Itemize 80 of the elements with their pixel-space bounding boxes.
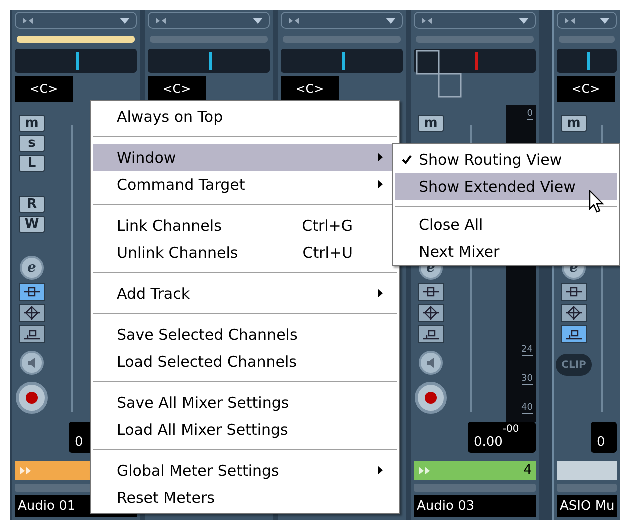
speaker-icon xyxy=(425,357,437,369)
automation-mode-button[interactable] xyxy=(418,325,444,343)
automation-mode-button[interactable] xyxy=(418,283,444,301)
pan-value: <C> xyxy=(557,76,615,102)
mode-icon xyxy=(564,305,584,321)
bowtie-icon xyxy=(155,16,167,24)
mode-icon xyxy=(22,305,42,321)
automation-mode-button[interactable] xyxy=(19,304,45,322)
speaker-icon xyxy=(26,357,38,369)
menu-item[interactable]: Show Extended View xyxy=(395,173,617,200)
channel-button[interactable]: W xyxy=(19,216,45,233)
volume-value: 0.00 xyxy=(474,435,503,450)
pan-indicator xyxy=(209,52,212,70)
bowtie-icon xyxy=(564,16,576,24)
record-dot-icon xyxy=(25,391,39,405)
input-selector[interactable] xyxy=(414,12,536,29)
channel-button[interactable]: m xyxy=(561,115,587,132)
monitor-button[interactable] xyxy=(419,351,443,375)
menu-item[interactable]: Add Track xyxy=(93,280,397,307)
channel-bar xyxy=(557,484,617,492)
volume-value: 0 xyxy=(75,435,84,450)
dropdown-arrow-icon xyxy=(253,18,263,24)
bowtie-icon xyxy=(22,16,34,24)
menu-item[interactable]: Load All Mixer Settings xyxy=(93,416,397,443)
input-selector[interactable] xyxy=(557,12,617,29)
dropdown-arrow-icon xyxy=(600,18,610,24)
record-dot-icon xyxy=(424,391,438,405)
meter-scale-label: 0 xyxy=(527,109,533,120)
record-button[interactable] xyxy=(16,382,48,414)
bowtie-icon xyxy=(288,16,300,24)
track-number: 4 xyxy=(524,463,532,478)
input-selector[interactable] xyxy=(281,12,403,29)
menu-item[interactable]: Always on Top xyxy=(93,103,397,130)
meter-scale-label: 24 xyxy=(522,345,533,356)
pan-indicator xyxy=(342,52,345,70)
dropdown-arrow-icon xyxy=(120,18,130,24)
automation-mode-button[interactable] xyxy=(19,283,45,301)
automation-mode-button[interactable] xyxy=(561,325,587,343)
menu-item[interactable]: Save All Mixer Settings xyxy=(93,389,397,416)
channel-name[interactable]: ASIO Mu xyxy=(557,495,617,517)
meter-scale-label: 40 xyxy=(522,403,533,414)
menu-item[interactable]: Show Routing View xyxy=(395,146,617,173)
input-selector[interactable] xyxy=(148,12,270,29)
channel-name[interactable]: Audio 03 xyxy=(414,495,536,517)
meter-scale-label: 30 xyxy=(522,374,533,385)
clip-indicator[interactable]: CLIP xyxy=(556,354,592,376)
channel-button[interactable]: m xyxy=(19,115,45,132)
pan-display[interactable] xyxy=(557,49,617,73)
channel-button[interactable]: m xyxy=(418,115,444,132)
pan-indicator xyxy=(587,52,590,70)
peak-value: -00 xyxy=(502,424,520,435)
dropdown-arrow-icon xyxy=(519,18,529,24)
automation-mode-button[interactable] xyxy=(418,304,444,322)
volume-value: 0 xyxy=(597,435,606,450)
menu-item[interactable]: Close All xyxy=(395,211,617,238)
pan-indicator xyxy=(76,52,79,70)
pan-value: <C> xyxy=(281,76,339,102)
mode-icon xyxy=(421,305,441,321)
pan-value: <C> xyxy=(15,76,73,102)
automation-mode-button[interactable] xyxy=(561,304,587,322)
menu-item[interactable]: Load Selected Channels xyxy=(93,348,397,375)
channel-button[interactable]: s xyxy=(19,135,45,152)
menu-item[interactable]: Save Selected Channels xyxy=(93,321,397,348)
channel-button[interactable]: L xyxy=(19,155,45,172)
channel-button[interactable]: R xyxy=(19,196,45,213)
record-button[interactable] xyxy=(415,382,447,414)
pan-indicator xyxy=(475,52,478,70)
cursor-icon xyxy=(589,190,605,214)
menu-item[interactable]: Global Meter Settings xyxy=(93,457,397,484)
pan-display[interactable] xyxy=(414,49,536,73)
bowtie-icon xyxy=(421,16,433,24)
pan-value: <C> xyxy=(148,76,206,102)
edit-button[interactable]: e xyxy=(20,256,44,280)
monitor-button[interactable] xyxy=(20,351,44,375)
input-selector[interactable] xyxy=(15,12,137,29)
dropdown-arrow-icon xyxy=(386,18,396,24)
automation-mode-button[interactable] xyxy=(19,325,45,343)
checkmark-icon xyxy=(402,154,412,164)
routing-drawing xyxy=(416,50,462,98)
automation-mode-button[interactable] xyxy=(561,283,587,301)
